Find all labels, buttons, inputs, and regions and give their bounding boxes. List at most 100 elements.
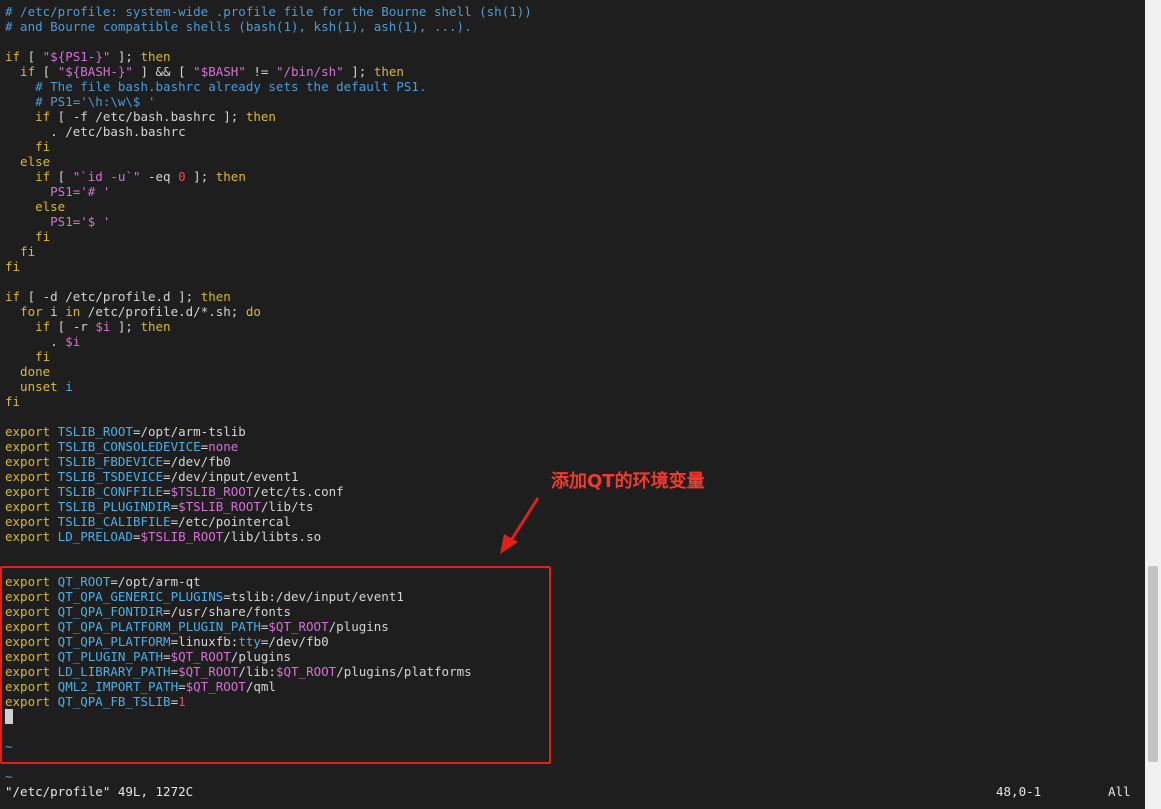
code-line[interactable]: if [ "${PS1-}" ]; then (5, 49, 532, 64)
code-token: then (373, 64, 404, 79)
code-line[interactable]: if [ "${BASH-}" ] && [ "$BASH" != "/bin/… (5, 64, 532, 79)
code-token: =/dev/input/event1 (163, 469, 299, 484)
code-token: $QT_ROOT (275, 664, 337, 679)
code-token: $QT_ROOT (178, 664, 239, 679)
code-token: # and Bourne compatible shells (bash(1),… (5, 19, 472, 34)
vim-editor[interactable]: # /etc/profile: system-wide .profile fil… (0, 0, 1145, 809)
code-token: TSLIB_ROOT (50, 424, 133, 439)
code-line[interactable]: PS1='# ' (5, 184, 532, 199)
code-line[interactable]: export QT_ROOT=/opt/arm-qt (5, 574, 532, 589)
code-line[interactable]: export TSLIB_PLUGINDIR=$TSLIB_ROOT/lib/t… (5, 499, 532, 514)
text-buffer[interactable]: # /etc/profile: system-wide .profile fil… (5, 4, 532, 724)
code-token: "${PS1-}" (42, 49, 111, 64)
code-token: if (5, 109, 51, 124)
code-line[interactable]: unset i (5, 379, 532, 394)
code-line[interactable]: PS1='$ ' (5, 214, 532, 229)
code-line[interactable]: export TSLIB_CALIBFILE=/etc/pointercal (5, 514, 532, 529)
empty-line-marker-1: ~ (5, 739, 13, 754)
code-line[interactable]: export TSLIB_CONFFILE=$TSLIB_ROOT/etc/ts… (5, 484, 532, 499)
code-token: TSLIB_CONSOLEDEVICE (50, 439, 201, 454)
code-token: =tslib:/dev/input/event1 (223, 589, 404, 604)
code-token: ] && [ (132, 64, 194, 79)
code-token: [ (35, 64, 58, 79)
code-token: QT_PLUGIN_PATH (50, 649, 164, 664)
code-line[interactable]: for i in /etc/profile.d/*.sh; do (5, 304, 532, 319)
code-token: fi (5, 349, 51, 364)
code-token: QT_QPA_PLATFORM (50, 634, 171, 649)
code-token: LD_LIBRARY_PATH (50, 664, 171, 679)
code-line[interactable]: export QT_QPA_GENERIC_PLUGINS=tslib:/dev… (5, 589, 532, 604)
code-line[interactable]: # The file bash.bashrc already sets the … (5, 79, 532, 94)
code-line[interactable]: # PS1='\h:\w\$ ' (5, 94, 532, 109)
code-token: then (200, 289, 231, 304)
code-token: export (5, 574, 51, 589)
code-line[interactable]: fi (5, 139, 532, 154)
code-token: TSLIB_PLUGINDIR (50, 499, 171, 514)
code-token: "/bin/sh" (275, 64, 344, 79)
code-line[interactable]: # and Bourne compatible shells (bash(1),… (5, 19, 532, 34)
code-line[interactable]: if [ -d /etc/profile.d ]; then (5, 289, 532, 304)
vertical-scrollbar[interactable] (1145, 0, 1161, 809)
code-line[interactable]: export TSLIB_ROOT=/opt/arm-tslib (5, 424, 532, 439)
code-line[interactable]: export QT_QPA_PLATFORM=linuxfb:tty=/dev/… (5, 634, 532, 649)
code-token: QT_QPA_PLATFORM_PLUGIN_PATH (50, 619, 261, 634)
code-token: fi (5, 139, 51, 154)
code-token: export (5, 694, 51, 709)
code-line[interactable]: if [ "`id -u`" -eq 0 ]; then (5, 169, 532, 184)
code-line[interactable]: . $i (5, 334, 532, 349)
code-token: $i (95, 319, 111, 334)
scrollbar-thumb[interactable] (1148, 566, 1158, 762)
code-line[interactable]: fi (5, 229, 532, 244)
code-token: TSLIB_CALIBFILE (50, 514, 171, 529)
code-token: for (5, 304, 43, 319)
code-line[interactable] (5, 544, 532, 559)
code-line[interactable] (5, 409, 532, 424)
code-token: QT_QPA_GENERIC_PLUGINS (50, 589, 224, 604)
code-line[interactable]: fi (5, 259, 532, 274)
code-line[interactable] (5, 274, 532, 289)
code-line[interactable]: fi (5, 349, 532, 364)
code-token: =/dev/fb0 (260, 634, 329, 649)
code-line[interactable]: export TSLIB_CONSOLEDEVICE=none (5, 439, 532, 454)
code-line[interactable]: fi (5, 244, 532, 259)
code-token: fi (5, 229, 51, 244)
status-scroll-position: All (1108, 784, 1131, 799)
code-line[interactable]: export TSLIB_TSDEVICE=/dev/input/event1 (5, 469, 532, 484)
code-line[interactable]: export LD_PRELOAD=$TSLIB_ROOT/lib/libts.… (5, 529, 532, 544)
code-token: # /etc/profile: system-wide .profile fil… (5, 4, 532, 19)
code-token: # The file bash.bashrc already sets the … (5, 79, 427, 94)
code-line[interactable]: done (5, 364, 532, 379)
code-line[interactable]: export QT_QPA_PLATFORM_PLUGIN_PATH=$QT_R… (5, 619, 532, 634)
code-line[interactable]: export QML2_IMPORT_PATH=$QT_ROOT/qml (5, 679, 532, 694)
code-line[interactable]: if [ -f /etc/bash.bashrc ]; then (5, 109, 532, 124)
code-token: QML2_IMPORT_PATH (50, 679, 179, 694)
code-line[interactable]: fi (5, 394, 532, 409)
code-token: = (178, 679, 186, 694)
code-line[interactable]: # /etc/profile: system-wide .profile fil… (5, 4, 532, 19)
code-token: . /etc/bash.bashrc (5, 124, 186, 139)
code-line[interactable]: export QT_QPA_FONTDIR=/usr/share/fonts (5, 604, 532, 619)
code-line[interactable]: export QT_PLUGIN_PATH=$QT_ROOT/plugins (5, 649, 532, 664)
cursor-line[interactable] (5, 709, 532, 724)
code-line[interactable] (5, 559, 532, 574)
code-line[interactable]: else (5, 199, 532, 214)
code-token: QT_ROOT (50, 574, 111, 589)
code-token: /lib: (238, 664, 276, 679)
code-line[interactable]: export TSLIB_FBDEVICE=/dev/fb0 (5, 454, 532, 469)
code-token: =/dev/fb0 (163, 454, 231, 469)
code-line[interactable]: . /etc/bash.bashrc (5, 124, 532, 139)
code-line[interactable] (5, 34, 532, 49)
code-line[interactable]: export LD_LIBRARY_PATH=$QT_ROOT/lib:$QT_… (5, 664, 532, 679)
code-token: TSLIB_CONFFILE (50, 484, 164, 499)
code-token: export (5, 514, 51, 529)
code-token: done (5, 364, 51, 379)
code-line[interactable]: else (5, 154, 532, 169)
code-token: then (245, 109, 276, 124)
code-token: . (5, 334, 66, 349)
code-token: QT_QPA_FB_TSLIB (50, 694, 171, 709)
code-token: export (5, 439, 51, 454)
code-token: /plugins/platforms (336, 664, 472, 679)
code-token: 0 (178, 169, 186, 184)
code-line[interactable]: if [ -r $i ]; then (5, 319, 532, 334)
code-line[interactable]: export QT_QPA_FB_TSLIB=1 (5, 694, 532, 709)
